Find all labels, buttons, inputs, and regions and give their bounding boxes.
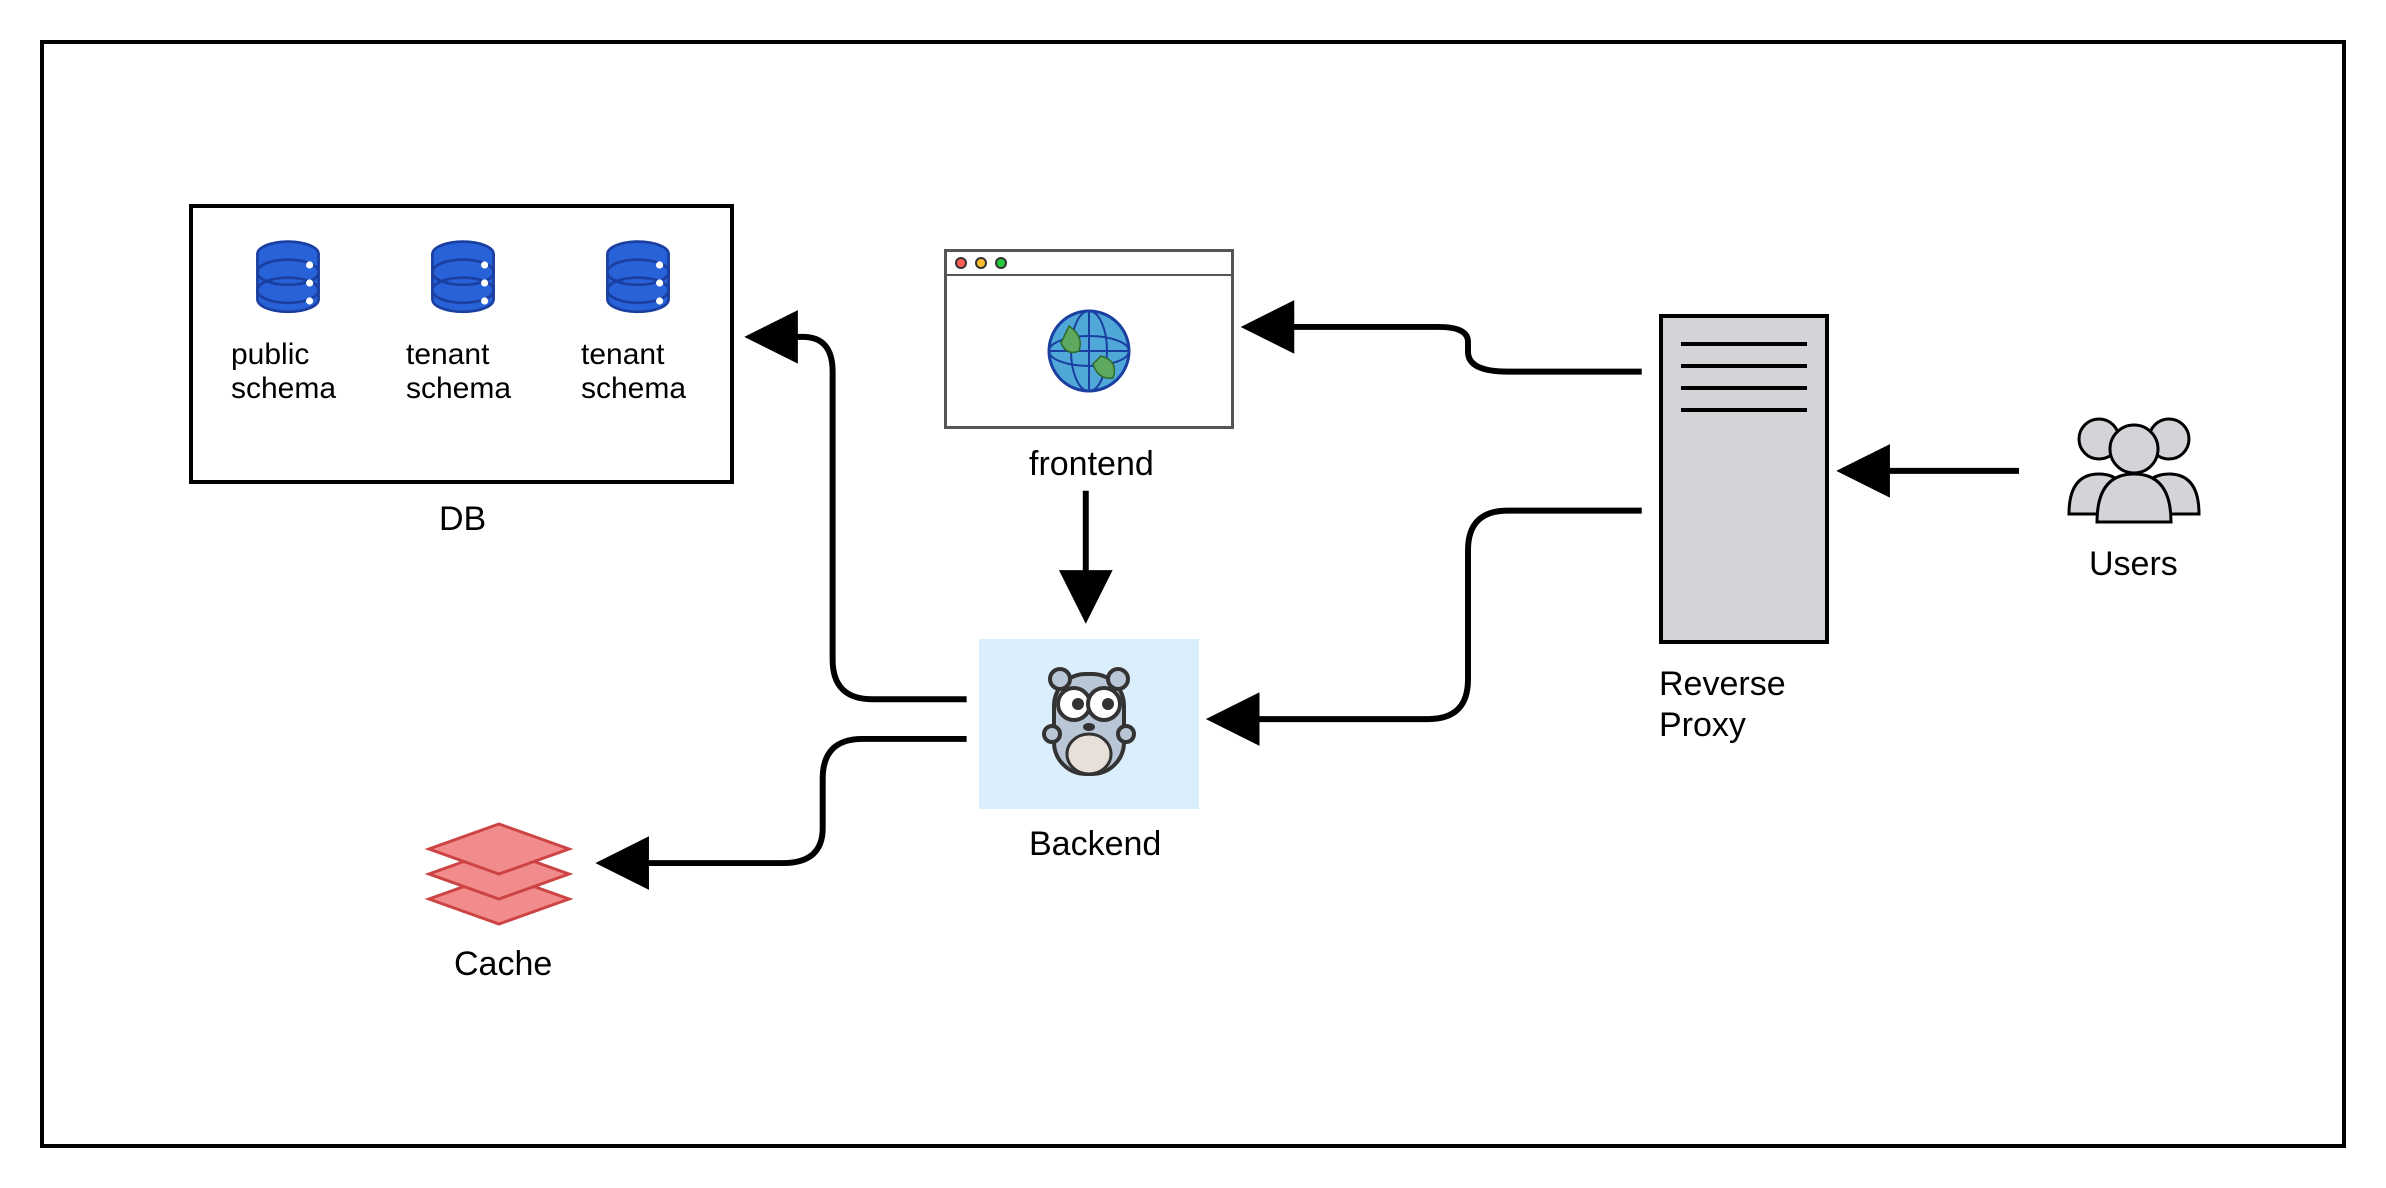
edge-backend-to-cache (604, 739, 966, 863)
edge-backend-to-db (753, 337, 966, 699)
browser-bar (947, 252, 1231, 276)
gopher-icon (1024, 649, 1154, 799)
db-label: DB (439, 499, 486, 540)
cache-node (414, 804, 584, 934)
frontend-label: frontend (1029, 444, 1154, 485)
cache-label: Cache (454, 944, 552, 985)
backend-label: Backend (1029, 824, 1161, 865)
edge-proxy-to-backend (1215, 511, 1642, 719)
db-node: public schema tenant schema (189, 204, 734, 484)
db-schema-label: public schema (213, 338, 363, 406)
users-icon (2049, 404, 2219, 524)
edge-proxy-to-frontend (1250, 327, 1642, 372)
globe-icon (947, 276, 1231, 426)
frontend-node (944, 249, 1234, 429)
db-schema-public: public schema (213, 238, 363, 406)
database-icon (243, 238, 333, 328)
db-schema-tenant-2: tenant schema (563, 238, 713, 406)
users-label: Users (2089, 544, 2178, 585)
layers-icon (414, 804, 584, 934)
backend-node (979, 639, 1199, 809)
reverse-proxy-node (1659, 314, 1829, 644)
users-node (2049, 404, 2219, 524)
diagram-frame: public schema tenant schema (40, 40, 2346, 1148)
dot-red-icon (955, 257, 967, 269)
database-icon (593, 238, 683, 328)
dot-green-icon (995, 257, 1007, 269)
db-schema-label: tenant schema (563, 338, 713, 406)
reverse-proxy-label: Reverse Proxy (1659, 664, 1786, 746)
database-icon (418, 238, 508, 328)
db-schema-label: tenant schema (388, 338, 538, 406)
db-schema-tenant-1: tenant schema (388, 238, 538, 406)
dot-yellow-icon (975, 257, 987, 269)
server-icon (1663, 318, 1825, 412)
